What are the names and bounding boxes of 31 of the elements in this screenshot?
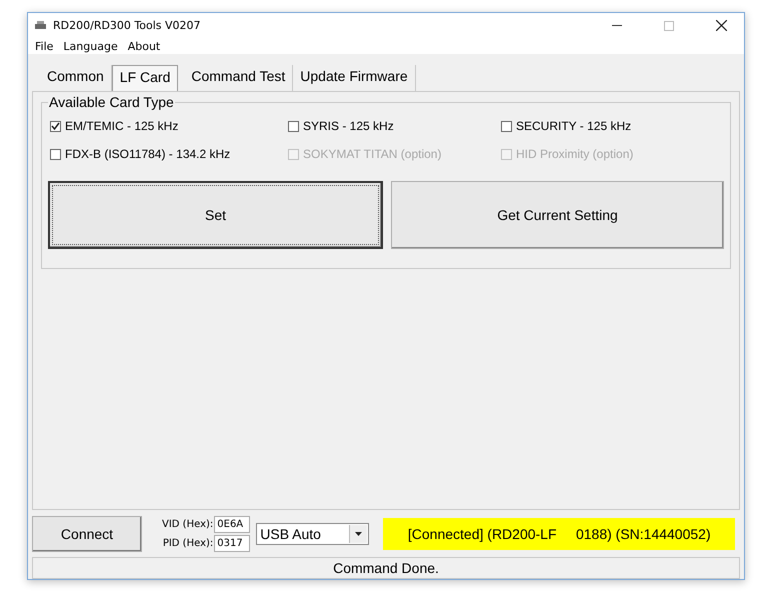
connection-status: [Connected] (RD200-LF 0188) (SN:14440052) (383, 518, 736, 550)
checkbox-label: SOKYMAT TITAN (option) (303, 147, 442, 161)
checkbox-label: HID Proximity (option) (516, 147, 634, 161)
vid-label: VID (Hex): (162, 519, 214, 530)
menu-item[interactable]: File (30, 40, 58, 52)
status-bar: Command Done. (32, 557, 740, 579)
checkbox-label: EM/TEMIC - 125 kHz (65, 119, 178, 133)
vid-field[interactable]: 0E6A (214, 516, 250, 533)
menu-item[interactable]: About (122, 40, 166, 52)
group-title: Available Card Type (48, 94, 175, 110)
checkbox-label: SECURITY - 125 kHz (516, 119, 632, 133)
port-dropdown[interactable]: USB Auto (256, 523, 370, 545)
caret-icon (355, 532, 362, 536)
checkbox[interactable] (501, 120, 512, 132)
menu-item[interactable]: Language (58, 40, 123, 52)
window-title: RD200/RD300 Tools V0207 (53, 19, 202, 32)
set-button[interactable]: Set (48, 181, 383, 249)
get-setting-button[interactable]: Get Current Setting (391, 181, 724, 249)
app-icon (34, 20, 47, 31)
connect-button[interactable]: Connect (32, 516, 142, 552)
checkbox[interactable] (50, 148, 61, 160)
pid-field[interactable]: 0317 (214, 535, 250, 552)
checkbox[interactable] (50, 120, 61, 132)
checkbox-label: FDX-B (ISO11784) - 134.2 kHz (65, 147, 230, 161)
checkbox-label: SYRIS - 125 kHz (303, 119, 394, 133)
pid-label: PID (Hex): (162, 538, 214, 549)
close-icon (716, 20, 726, 31)
checkbox[interactable] (288, 120, 299, 132)
minimize-icon (612, 25, 622, 26)
maximize-icon (664, 20, 674, 30)
tab[interactable]: LF Card (112, 65, 178, 91)
